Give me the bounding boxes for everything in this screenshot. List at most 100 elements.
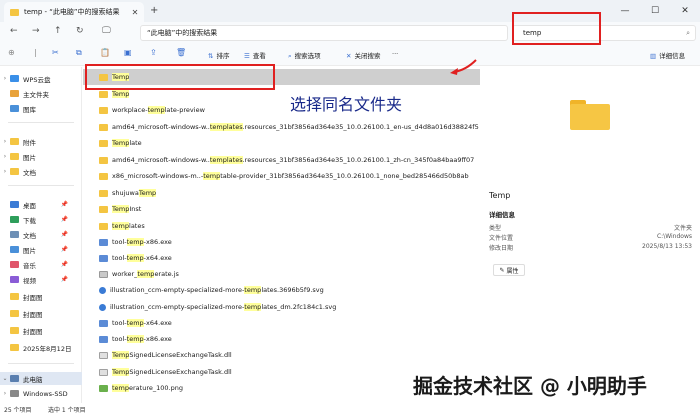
- delete-icon[interactable]: 🗑: [176, 48, 186, 57]
- folder-icon: [99, 189, 108, 197]
- sidebar-item-date-folder[interactable]: 2025年8月12日: [0, 341, 82, 354]
- sort-label: 排序: [216, 52, 230, 60]
- folder-icon: [99, 123, 108, 131]
- list-item[interactable]: amd64_microsoft-windows-w.. templates .res…: [83, 119, 480, 135]
- sidebar-item-cover-3[interactable]: 封面图: [0, 324, 82, 337]
- file-name-part: late-preview: [164, 106, 205, 114]
- sidebar-item-cover-1[interactable]: 封面图: [0, 290, 82, 303]
- more-icon[interactable]: ···: [392, 50, 398, 58]
- details-row: 类型 文件夹: [489, 223, 692, 232]
- new-tab-button[interactable]: +: [150, 5, 158, 16]
- pin-icon[interactable]: 📌: [61, 261, 68, 268]
- pin-icon[interactable]: 📌: [61, 216, 68, 223]
- list-item[interactable]: amd64_microsoft-windows-w.. templates .res…: [83, 152, 480, 168]
- sidebar-item-desktop[interactable]: 桌面 📌: [0, 198, 82, 211]
- match-highlight: Temp: [112, 205, 130, 213]
- list-item[interactable]: workplace-temp late-preview: [83, 102, 480, 118]
- view-button[interactable]: ☰ 查看: [244, 50, 266, 60]
- match-highlight: temp: [244, 303, 262, 311]
- list-item[interactable]: illustration_ccm-empty-specialized-more-…: [83, 299, 480, 315]
- list-item[interactable]: tool-temp -x64.exe: [83, 250, 480, 266]
- properties-button[interactable]: ✎ 属性: [493, 264, 525, 276]
- minimize-button[interactable]: —: [610, 0, 640, 22]
- list-item[interactable]: Temp late: [83, 135, 480, 151]
- expand-icon: ›: [3, 390, 7, 397]
- match-highlight: temp: [137, 270, 155, 278]
- folder-icon: [10, 138, 19, 145]
- new-icon[interactable]: ⊕: [8, 48, 15, 57]
- details-value: 文件夹: [673, 225, 692, 232]
- computer-icon: 🖵: [102, 26, 111, 36]
- list-item[interactable]: tool-temp -x86.exe: [83, 331, 480, 347]
- sidebar-item-gallery[interactable]: 图库: [0, 102, 82, 115]
- list-item[interactable]: Temp SignedLicenseExchangeTask.dll: [83, 347, 480, 363]
- list-item[interactable]: shujuwa Temp: [83, 185, 480, 201]
- pin-icon[interactable]: 📌: [61, 201, 68, 208]
- details-icon: ▥: [650, 52, 657, 60]
- status-bar: 25 个项目 选中 1 个项目: [0, 403, 700, 415]
- sidebar-item-docs-folder[interactable]: › 文档: [0, 165, 82, 178]
- svg-file-icon: [99, 286, 106, 294]
- sidebar-item-this-pc[interactable]: ⌄ 此电脑: [0, 372, 82, 385]
- sidebar-item-documents[interactable]: 文档 📌: [0, 228, 82, 241]
- file-name-part: .resources_31bf3856ad364e35_10.0.26100.1…: [242, 156, 475, 164]
- folder-icon: [10, 310, 19, 317]
- sidebar-label: 主文件夹: [23, 90, 49, 99]
- details-row: 修改日期 2025/8/13 13:53: [489, 243, 692, 252]
- sidebar-label: 下载: [23, 216, 36, 225]
- paste-icon[interactable]: 📋: [100, 48, 110, 57]
- list-item[interactable]: worker_ temp erate.js: [83, 266, 480, 282]
- forward-icon[interactable]: →: [32, 26, 40, 36]
- tab-title: temp - “此电脑”中的搜索结果: [24, 8, 120, 16]
- sidebar-item-downloads[interactable]: 下载 📌: [0, 213, 82, 226]
- sidebar-item-cover-2[interactable]: 封面图: [0, 307, 82, 320]
- pin-icon[interactable]: 📌: [61, 246, 68, 253]
- refresh-icon[interactable]: ↻: [76, 26, 84, 36]
- close-search-button[interactable]: ✕ 关闭搜索: [346, 50, 380, 60]
- sidebar-item-music[interactable]: 音乐 📌: [0, 258, 82, 271]
- list-item[interactable]: illustration_ccm-empty-specialized-more-…: [83, 282, 480, 298]
- tab-close-icon[interactable]: ✕: [130, 8, 140, 17]
- folder-icon: [99, 90, 108, 98]
- list-item[interactable]: Temp Inst: [83, 201, 480, 217]
- cut-icon[interactable]: ✂: [52, 48, 59, 57]
- window-tab[interactable]: temp - “此电脑”中的搜索结果 ✕: [4, 2, 144, 22]
- close-window-button[interactable]: ✕: [670, 0, 700, 22]
- address-bar[interactable]: “此电脑”中的搜索结果: [140, 25, 508, 41]
- gallery-icon: [10, 105, 19, 112]
- script-file-icon: [99, 270, 108, 278]
- search-icon[interactable]: ⌕: [686, 29, 690, 38]
- pin-icon[interactable]: 📌: [61, 231, 68, 238]
- sidebar-item-home[interactable]: 主文件夹: [0, 87, 82, 100]
- file-name-part: amd64_microsoft-windows-w..: [112, 156, 210, 164]
- pin-icon[interactable]: 📌: [61, 276, 68, 283]
- rename-icon[interactable]: ▣: [124, 48, 132, 57]
- list-item[interactable]: tool-temp -x86.exe: [83, 234, 480, 250]
- sidebar-item-pictures-folder[interactable]: › 图片: [0, 150, 82, 163]
- details-file-name: Temp: [489, 191, 511, 200]
- list-item[interactable]: x86_microsoft-windows-m..- temp table-prov…: [83, 168, 480, 184]
- list-item[interactable]: temp lates: [83, 218, 480, 234]
- maximize-button[interactable]: ☐: [640, 0, 670, 22]
- match-highlight: Temp: [112, 139, 130, 147]
- details-button[interactable]: ▥ 详细信息: [650, 50, 685, 60]
- list-item[interactable]: tool-temp -x64.exe: [83, 315, 480, 331]
- divider: [8, 122, 74, 123]
- sidebar-item-windows-ssd[interactable]: › Windows-SSD: [0, 387, 82, 400]
- sidebar-item-pictures[interactable]: 图片 📌: [0, 243, 82, 256]
- sort-button[interactable]: ⇅ 排序: [208, 50, 229, 60]
- svg-file-icon: [99, 303, 106, 311]
- up-icon[interactable]: ↑: [54, 26, 62, 36]
- search-options-button[interactable]: ⌕ 搜索选项: [288, 50, 321, 61]
- copy-icon[interactable]: ⧉: [76, 48, 82, 58]
- file-name-part: -x64.exe: [143, 319, 172, 327]
- sidebar-item-wps[interactable]: › WPS云盘: [0, 72, 82, 85]
- sidebar-label: 图库: [23, 105, 36, 114]
- sidebar-item-videos[interactable]: 视频 📌: [0, 273, 82, 286]
- application-icon: [99, 254, 108, 262]
- image-file-icon: [99, 384, 108, 392]
- share-icon[interactable]: ⇪: [150, 48, 157, 57]
- back-icon[interactable]: ←: [10, 26, 18, 36]
- expand-icon: ›: [3, 138, 7, 145]
- sidebar-item-attachments[interactable]: › 附件: [0, 135, 82, 148]
